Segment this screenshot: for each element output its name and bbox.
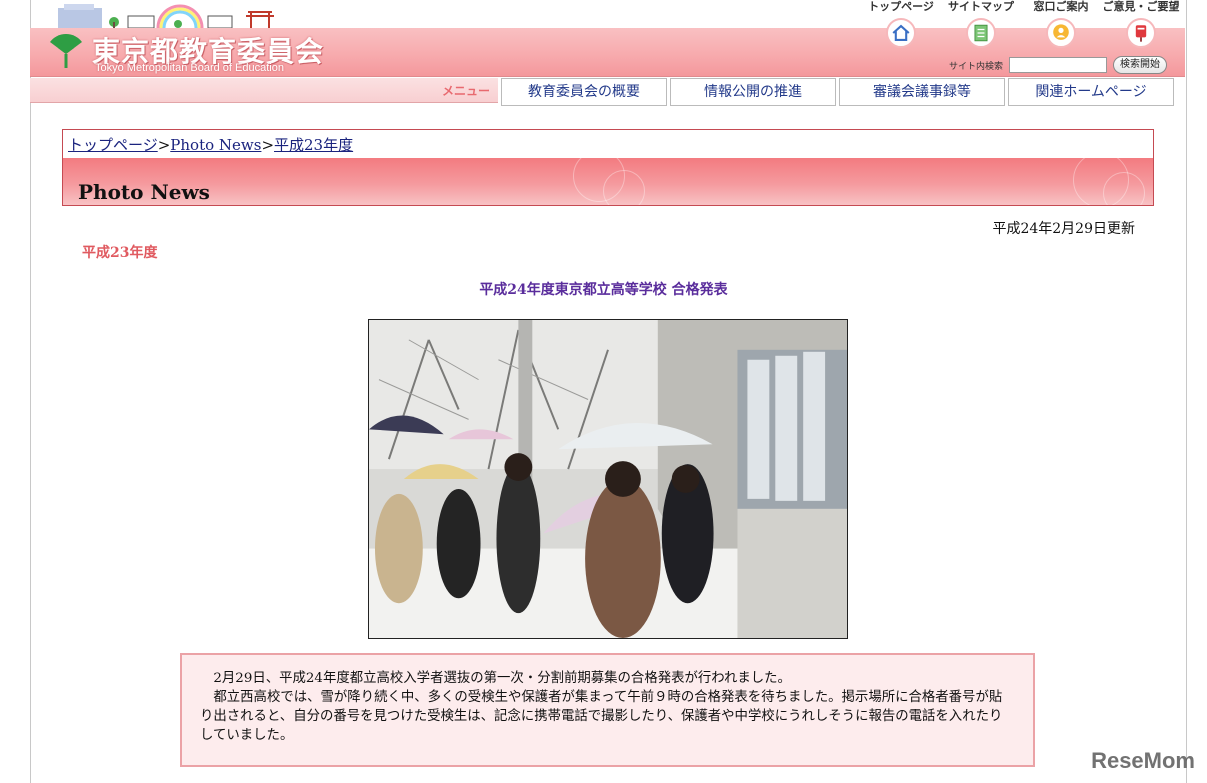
page-title: Photo News bbox=[78, 180, 210, 204]
breadcrumb-link-photo-news[interactable]: Photo News bbox=[170, 136, 261, 154]
resemom-watermark: ReseMom bbox=[1091, 748, 1195, 773]
nav-tab-disclosure[interactable]: 情報公開の推進 bbox=[670, 78, 836, 106]
nav-tabs: 教育委員会の概要 情報公開の推進 審議会議事録等 関連ホームページ bbox=[501, 78, 1174, 106]
toplink-home[interactable]: トップページ bbox=[861, 0, 941, 48]
breadcrumb-separator: > bbox=[157, 136, 171, 154]
top-links: トップページ サイトマップ 窓口ご案内 ご意見・ご要望 bbox=[861, 0, 1181, 48]
main-nav: メニュー 教育委員会の概要 情報公開の推進 審議会議事録等 関連ホームページ bbox=[30, 78, 1185, 108]
search-label: サイト内検索 bbox=[948, 61, 1003, 72]
menu-strip: メニュー bbox=[30, 78, 498, 103]
breadcrumb-link-top[interactable]: トップページ bbox=[68, 136, 158, 154]
site-search: サイト内検索 検索開始 bbox=[949, 56, 1167, 74]
menu-label: メニュー bbox=[441, 84, 490, 98]
breadcrumb: トップページ>Photo News>平成23年度 bbox=[68, 134, 353, 155]
article-paragraph: 2月29日、平成24年度都立高校入学者選抜の第一次・分割前期募集の合格発表が行わ… bbox=[213, 671, 791, 686]
toplink-home-label: トップページ bbox=[868, 0, 934, 13]
ginkgo-logo-icon[interactable] bbox=[48, 34, 84, 70]
article-body: 2月29日、平成24年度都立高校入学者選抜の第一次・分割前期募集の合格発表が行わ… bbox=[180, 653, 1035, 767]
toplink-sitemap-label: サイトマップ bbox=[948, 0, 1014, 13]
info-desk-icon[interactable] bbox=[1046, 18, 1076, 48]
breadcrumb-link-year[interactable]: 平成23年度 bbox=[274, 136, 353, 154]
updated-date: 平成24年2月29日更新 bbox=[992, 221, 1135, 237]
toplink-feedback-label: ご意見・ご要望 bbox=[1102, 0, 1180, 13]
nav-tab-related-links[interactable]: 関連ホームページ bbox=[1008, 78, 1174, 106]
toplink-sitemap[interactable]: サイトマップ bbox=[941, 0, 1021, 48]
nav-tab-overview[interactable]: 教育委員会の概要 bbox=[501, 78, 667, 106]
search-button[interactable]: 検索開始 bbox=[1113, 56, 1167, 74]
site-logo-subtitle: Tokyo Metropolitan Board of Education bbox=[95, 62, 284, 74]
city-illustration bbox=[58, 4, 274, 28]
decor-circle bbox=[1103, 172, 1145, 205]
news-photo bbox=[368, 319, 848, 639]
title-bar: Photo News bbox=[63, 158, 1153, 205]
article-title: 平成24年度東京都立高等学校 合格発表 bbox=[479, 282, 728, 298]
mailbox-icon[interactable] bbox=[1126, 18, 1156, 48]
title-panel: トップページ>Photo News>平成23年度 Photo News bbox=[62, 129, 1154, 206]
home-icon[interactable] bbox=[886, 18, 916, 48]
breadcrumb-separator: > bbox=[261, 136, 275, 154]
sitemap-icon[interactable] bbox=[966, 18, 996, 48]
decor-circle bbox=[603, 170, 645, 205]
article-paragraph: 都立西高校では、雪が降り続く中、多くの受検生や保護者が集まって午前９時の合格発表… bbox=[200, 690, 1003, 743]
nav-tab-minutes[interactable]: 審議会議事録等 bbox=[839, 78, 1005, 106]
year-heading: 平成23年度 bbox=[82, 245, 158, 261]
toplink-info-desk[interactable]: 窓口ご案内 bbox=[1021, 0, 1101, 48]
toplink-info-desk-label: 窓口ご案内 bbox=[1033, 0, 1089, 13]
search-input[interactable] bbox=[1009, 57, 1107, 73]
site-header: 東京都教育委員会 Tokyo Metropolitan Board of Edu… bbox=[30, 0, 1185, 106]
toplink-feedback[interactable]: ご意見・ご要望 bbox=[1101, 0, 1181, 48]
